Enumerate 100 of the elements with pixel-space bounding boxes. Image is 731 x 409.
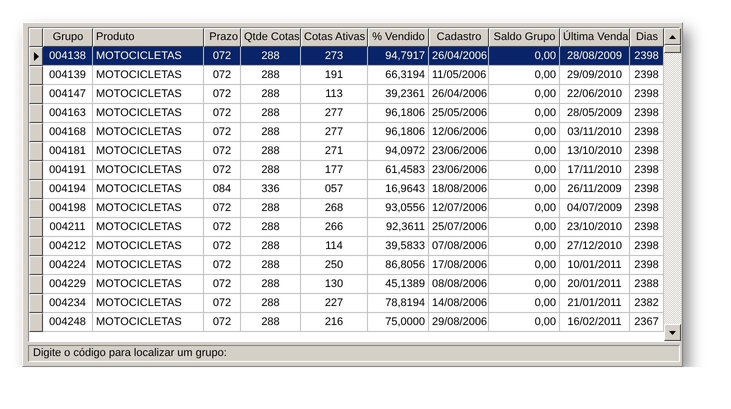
column-header[interactable]: Produto — [93, 28, 204, 47]
table-cell: 03/11/2010 — [560, 123, 630, 142]
column-header[interactable]: Saldo Grupo — [489, 28, 560, 47]
table-cell: MOTOCICLETAS — [93, 85, 204, 104]
row-indicator[interactable] — [29, 313, 43, 332]
row-indicator[interactable] — [29, 275, 43, 294]
table-cell: 17/11/2010 — [560, 161, 630, 180]
row-indicator[interactable] — [29, 294, 43, 313]
column-header[interactable]: % Vendido — [368, 28, 429, 47]
table-cell: 22/06/2010 — [560, 85, 630, 104]
table-cell: 113 — [301, 85, 368, 104]
table-cell: 2398 — [630, 104, 664, 123]
table-cell: 0,00 — [489, 275, 560, 294]
table-cell: 0,00 — [489, 104, 560, 123]
table-cell: 288 — [241, 256, 301, 275]
table-cell: 27/12/2010 — [560, 237, 630, 256]
column-header[interactable]: Prazo — [204, 28, 241, 47]
row-indicator[interactable] — [29, 237, 43, 256]
table-cell: 0,00 — [489, 66, 560, 85]
table-cell: 072 — [204, 218, 241, 237]
scroll-up-button[interactable] — [664, 28, 681, 45]
row-indicator[interactable] — [29, 218, 43, 237]
row-indicator[interactable] — [29, 256, 43, 275]
table-cell: 28/08/2009 — [560, 47, 630, 66]
column-header[interactable]: Qtde Cotas — [241, 28, 301, 47]
table-cell: 072 — [204, 256, 241, 275]
table-cell: MOTOCICLETAS — [93, 180, 204, 199]
table-cell: 29/08/2006 — [429, 313, 489, 332]
table-cell: 277 — [301, 104, 368, 123]
table-cell: 288 — [241, 237, 301, 256]
table-cell: 004224 — [43, 256, 93, 275]
table-cell: 273 — [301, 47, 368, 66]
scroll-down-button[interactable] — [664, 324, 681, 341]
table-cell: 004194 — [43, 180, 93, 199]
table-cell: 12/07/2006 — [429, 199, 489, 218]
table-cell: 2398 — [630, 218, 664, 237]
table-cell: 23/06/2006 — [429, 142, 489, 161]
table-cell: 288 — [241, 85, 301, 104]
table-cell: MOTOCICLETAS — [93, 237, 204, 256]
table-cell: 96,1806 — [368, 104, 429, 123]
table-cell: MOTOCICLETAS — [93, 256, 204, 275]
column-header[interactable]: Dias — [630, 28, 664, 47]
status-bar: Digite o código para localizar um grupo: — [28, 345, 680, 362]
table-cell: MOTOCICLETAS — [93, 275, 204, 294]
column-header[interactable]: Última Venda — [560, 28, 630, 47]
row-indicator[interactable] — [29, 161, 43, 180]
column-header[interactable]: Grupo — [43, 28, 93, 47]
row-indicator[interactable] — [29, 199, 43, 218]
table-cell: 072 — [204, 161, 241, 180]
table-cell: 07/08/2006 — [429, 237, 489, 256]
table-cell: 26/11/2009 — [560, 180, 630, 199]
table-cell: 2398 — [630, 180, 664, 199]
table-cell: 268 — [301, 199, 368, 218]
row-indicator[interactable] — [29, 85, 43, 104]
table-cell: 004163 — [43, 104, 93, 123]
table-cell: 130 — [301, 275, 368, 294]
table-cell: 177 — [301, 161, 368, 180]
table-cell: 23/10/2010 — [560, 218, 630, 237]
table-cell: 288 — [241, 142, 301, 161]
row-indicator[interactable] — [29, 66, 43, 85]
table-cell: 0,00 — [489, 237, 560, 256]
table-cell: 28/05/2009 — [560, 104, 630, 123]
table-cell: 072 — [204, 313, 241, 332]
table-cell: 2398 — [630, 199, 664, 218]
table-cell: MOTOCICLETAS — [93, 142, 204, 161]
table-cell: 0,00 — [489, 47, 560, 66]
table-cell: 004138 — [43, 47, 93, 66]
row-indicator[interactable] — [29, 142, 43, 161]
table-cell: 93,0556 — [368, 199, 429, 218]
table-cell: 227 — [301, 294, 368, 313]
table-cell: 2398 — [630, 142, 664, 161]
column-header[interactable]: Cotas Ativas — [301, 28, 368, 47]
table-cell: 072 — [204, 85, 241, 104]
table-cell: 0,00 — [489, 294, 560, 313]
table-cell: 25/05/2006 — [429, 104, 489, 123]
table-cell: 86,8056 — [368, 256, 429, 275]
scroll-thumb[interactable] — [664, 45, 681, 53]
table-cell: 288 — [241, 161, 301, 180]
row-indicator[interactable] — [29, 123, 43, 142]
row-indicator[interactable] — [29, 180, 43, 199]
table-cell: 004191 — [43, 161, 93, 180]
table-cell: 78,8194 — [368, 294, 429, 313]
table-cell: 114 — [301, 237, 368, 256]
table-cell: 94,7917 — [368, 47, 429, 66]
row-indicator[interactable] — [29, 104, 43, 123]
table-cell: 057 — [301, 180, 368, 199]
table-cell: 004229 — [43, 275, 93, 294]
table-cell: 004198 — [43, 199, 93, 218]
table-cell: 004147 — [43, 85, 93, 104]
table-cell: 17/08/2006 — [429, 256, 489, 275]
row-indicator[interactable] — [29, 47, 43, 66]
table-cell: 66,3194 — [368, 66, 429, 85]
table-cell: 250 — [301, 256, 368, 275]
table-cell: 271 — [301, 142, 368, 161]
table-cell: 0,00 — [489, 313, 560, 332]
table-cell: 26/04/2006 — [429, 85, 489, 104]
column-header[interactable]: Cadastro — [429, 28, 489, 47]
table-cell: 2388 — [630, 275, 664, 294]
vertical-scrollbar[interactable] — [664, 28, 681, 341]
table-cell: 072 — [204, 66, 241, 85]
